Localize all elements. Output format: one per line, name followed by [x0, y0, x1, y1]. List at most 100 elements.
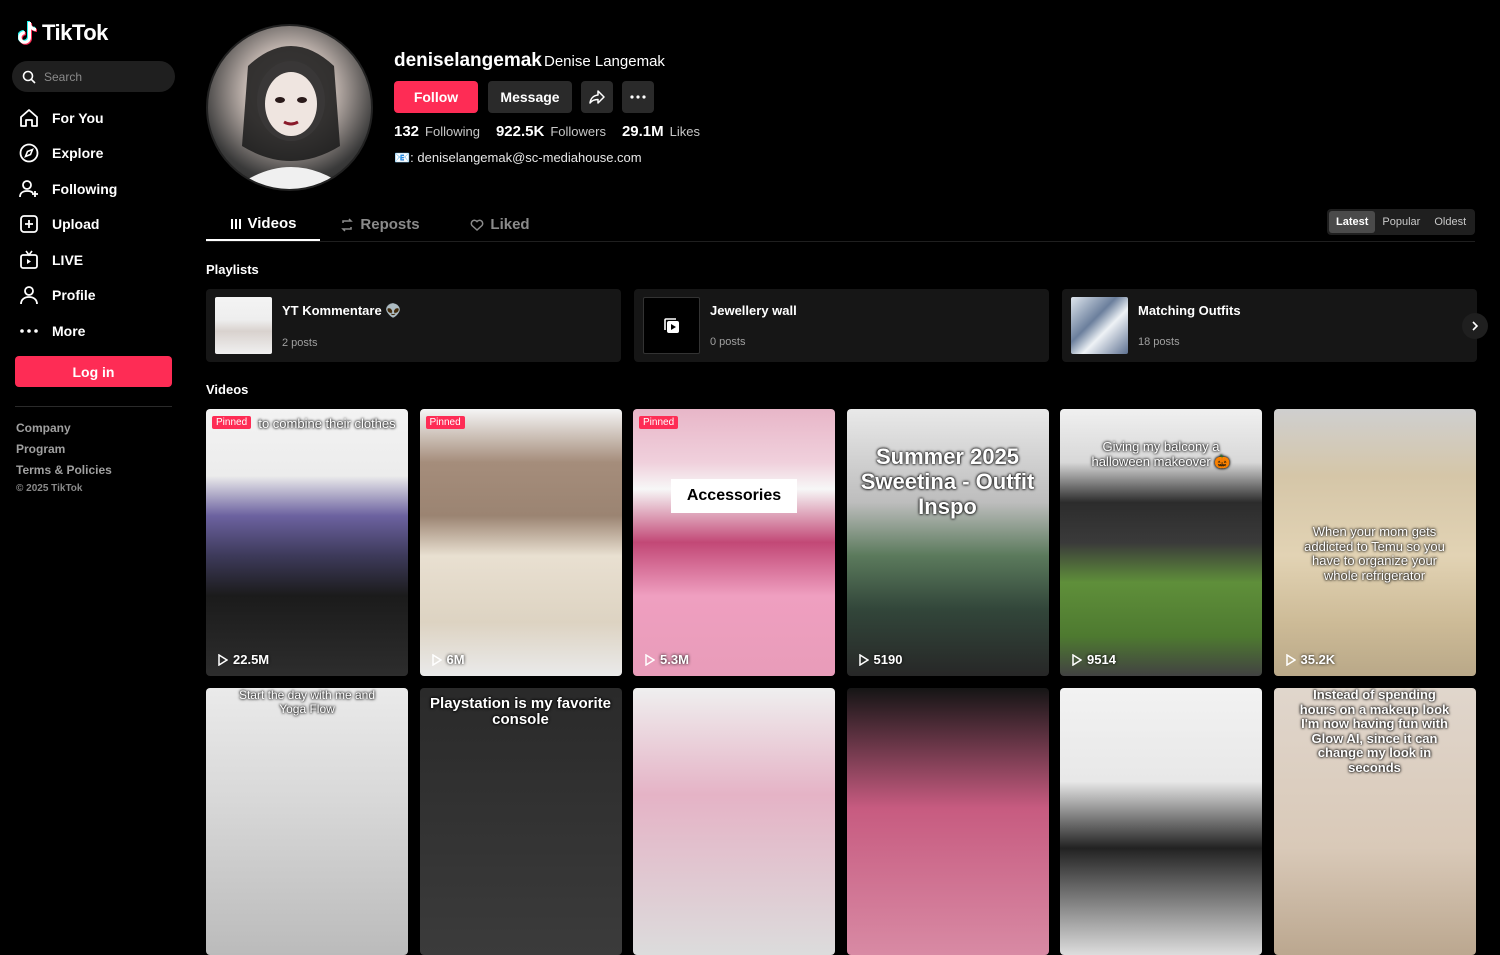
tab-divider: [206, 241, 1475, 242]
view-count: 6M: [431, 652, 465, 667]
view-count-label: 5.3M: [660, 652, 689, 667]
view-count: 5.3M: [645, 652, 689, 667]
chevron-right-icon: [1472, 321, 1479, 331]
copyright: © 2025 TikTok: [16, 483, 83, 494]
video-card[interactable]: When your mom gets addicted to Temu so y…: [1273, 409, 1476, 676]
nav-item-profile[interactable]: Profile: [18, 278, 117, 314]
nav-item-label: More: [52, 322, 86, 339]
view-count: 22.5M: [218, 652, 269, 667]
tab-reposts[interactable]: Reposts: [320, 208, 440, 241]
video-card[interactable]: [633, 688, 835, 955]
view-count-label: 6M: [446, 652, 465, 667]
playlists-heading: Playlists: [206, 262, 259, 277]
view-count: 9514: [1072, 652, 1116, 667]
nav-item-live[interactable]: LIVE: [18, 242, 117, 278]
stat-value: 922.5K: [495, 123, 545, 140]
view-count-label: 35.2K: [1300, 652, 1336, 667]
video-card[interactable]: Instead of spending hours on a makeup lo…: [1273, 688, 1476, 955]
video-caption: Instead of spending hours on a makeup lo…: [1299, 688, 1450, 775]
playlist-card[interactable]: Matching Outfits 18 posts: [1062, 289, 1477, 362]
video-card[interactable]: Pinned to combine their clothes 22.5M: [206, 409, 408, 676]
more-options-button[interactable]: [622, 81, 654, 113]
view-count-label: 9514: [1087, 652, 1116, 667]
follow-button[interactable]: Follow: [394, 81, 478, 113]
login-button[interactable]: Log in: [15, 356, 172, 387]
profile-stats: 132 Following 922.5K Followers 29.1M Likes: [394, 123, 700, 141]
ellipsis-icon: [630, 95, 646, 99]
footer-links: Company Program Terms & Policies: [16, 421, 112, 484]
stat-label: Followers: [550, 124, 606, 139]
view-count-label: 5190: [873, 652, 903, 667]
profile-tabs: Videos Reposts Liked: [206, 208, 560, 241]
video-card[interactable]: [846, 688, 1049, 955]
view-count-label: 22.5M: [233, 652, 270, 667]
tab-videos[interactable]: Videos: [206, 208, 320, 241]
stat-followers[interactable]: 922.5K Followers: [496, 123, 606, 141]
home-icon: [20, 108, 38, 127]
video-card[interactable]: [1060, 688, 1262, 955]
playlist-card[interactable]: YT Kommentare 👽 2 posts: [206, 289, 621, 362]
footer-link-terms[interactable]: Terms & Policies: [16, 463, 112, 484]
video-card[interactable]: Pinned Accessories 5.3M: [633, 409, 835, 676]
play-icon: [858, 653, 869, 666]
videos-heading: Videos: [206, 382, 249, 397]
nav-item-label: Upload: [52, 216, 100, 233]
nav-item-label: LIVE: [52, 251, 84, 268]
message-button[interactable]: Message: [488, 81, 572, 113]
playlist-name: Jewellery wall: [710, 303, 797, 318]
sort-popular[interactable]: Popular: [1375, 211, 1427, 233]
video-card[interactable]: Playstation is my favorite console: [419, 688, 622, 955]
main-nav: For You Explore Following Upload LIVE Pr…: [18, 100, 117, 349]
tiktok-logo[interactable]: TikTok: [18, 20, 108, 46]
video-caption: Giving my balcony a halloween makeover 🎃: [1091, 439, 1231, 469]
view-count: 35.2K: [1285, 652, 1336, 667]
playlist-thumbnail: [1071, 297, 1128, 354]
video-card[interactable]: Summer 2025 Sweetina - Outfit Inspo 5190: [846, 409, 1049, 676]
person-icon: [20, 286, 38, 305]
play-icon: [645, 653, 655, 666]
profile-nickname: Denise Langemak: [544, 53, 665, 70]
sort-toggle: Latest Popular Oldest: [1327, 209, 1476, 235]
video-card[interactable]: Start the day with me and Yoga Flow: [206, 688, 408, 955]
play-icon: [1072, 653, 1082, 666]
stat-likes: 29.1M Likes: [622, 123, 700, 141]
video-card[interactable]: Giving my balcony a halloween makeover 🎃…: [1060, 409, 1262, 676]
search-icon: [22, 70, 36, 84]
live-tv-icon: [20, 250, 38, 269]
play-icon: [218, 653, 228, 666]
avatar: [206, 24, 373, 191]
nav-item-more[interactable]: More: [18, 313, 117, 349]
brand-name: TikTok: [42, 20, 108, 45]
stat-following[interactable]: 132 Following: [394, 123, 480, 141]
video-caption: Summer 2025 Sweetina - Outfit Inspo: [860, 444, 1035, 519]
share-icon: [589, 90, 605, 104]
view-count: 5190: [858, 652, 903, 667]
playlist-card[interactable]: Jewellery wall 0 posts: [634, 289, 1049, 362]
sort-latest[interactable]: Latest: [1329, 211, 1376, 233]
nav-item-following[interactable]: Following: [18, 171, 117, 207]
nav-item-for-you[interactable]: For You: [18, 100, 117, 136]
video-card[interactable]: Pinned 6M: [419, 409, 622, 676]
sidebar: TikTok For You Explore Following Upload …: [0, 0, 188, 756]
profile-bio: 📧: deniselangemak@sc-mediahouse.com: [394, 150, 642, 165]
footer-link-program[interactable]: Program: [16, 442, 112, 463]
stat-label: Likes: [669, 124, 701, 139]
sort-oldest[interactable]: Oldest: [1427, 211, 1473, 233]
search-input[interactable]: [44, 69, 164, 84]
share-button[interactable]: [581, 81, 613, 113]
tab-label: Videos: [247, 215, 297, 232]
footer-link-company[interactable]: Company: [16, 421, 112, 442]
nav-item-label: Explore: [52, 145, 104, 162]
playlist-next-button[interactable]: [1462, 313, 1488, 339]
nav-item-explore[interactable]: Explore: [18, 136, 117, 172]
video-caption: Playstation is my favorite console: [430, 695, 611, 728]
play-icon: [431, 653, 442, 666]
avatar-image: [233, 46, 349, 189]
nav-item-label: For You: [52, 109, 104, 126]
playlist-name: YT Kommentare 👽: [282, 302, 402, 318]
search-box[interactable]: [12, 61, 175, 92]
video-caption: to combine their clothes: [258, 416, 396, 431]
repost-icon: [341, 217, 354, 232]
nav-item-upload[interactable]: Upload: [18, 207, 117, 243]
tab-liked[interactable]: Liked: [440, 208, 560, 241]
